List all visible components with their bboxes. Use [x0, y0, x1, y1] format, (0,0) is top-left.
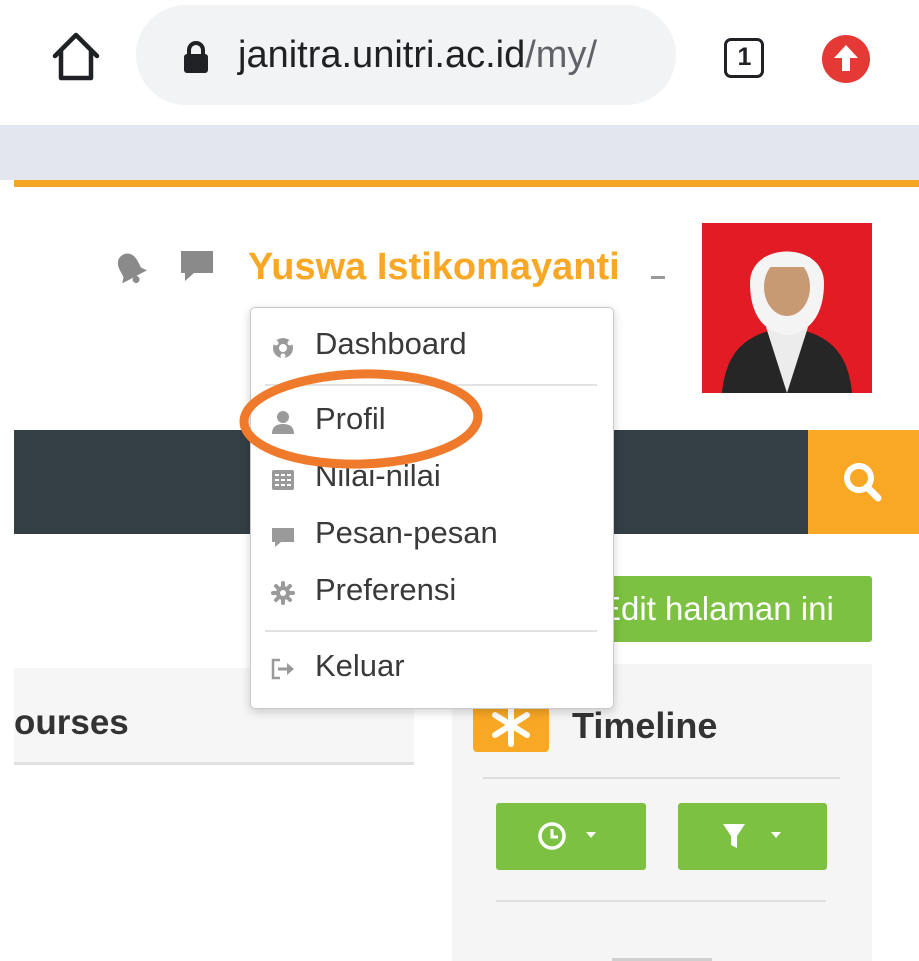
- divider: [14, 762, 414, 765]
- menu-item-label: Keluar: [315, 648, 405, 683]
- filter-icon: [723, 824, 745, 848]
- message-icon[interactable]: [178, 248, 216, 284]
- notification-bell-icon[interactable]: [112, 248, 148, 288]
- home-icon[interactable]: [50, 30, 102, 82]
- dashboard-icon: [269, 334, 297, 360]
- courses-block-title: ourses: [14, 703, 129, 742]
- timeline-filter-button[interactable]: [678, 803, 827, 870]
- menu-item-label: Pesan-pesan: [315, 515, 498, 550]
- caret-down-icon: [586, 832, 596, 838]
- caret-down-icon: [651, 268, 665, 279]
- clock-icon: [538, 822, 566, 850]
- url-text[interactable]: janitra.unitri.ac.id/my/: [238, 30, 597, 80]
- url-host: janitra.unitri.ac.id: [238, 34, 526, 76]
- search-icon: [844, 463, 882, 502]
- gear-icon: [269, 580, 297, 606]
- timeline-title: Timeline: [572, 705, 718, 746]
- menu-item-keluar[interactable]: Keluar: [261, 640, 603, 696]
- menu-item-label: Preferensi: [315, 572, 457, 607]
- menu-divider: [265, 630, 597, 632]
- avatar[interactable]: [702, 223, 872, 393]
- highlight-annotation: [238, 365, 484, 470]
- logout-icon: [269, 656, 297, 682]
- divider: [483, 777, 840, 779]
- divider: [496, 900, 826, 902]
- timeline-sort-button[interactable]: [496, 803, 646, 870]
- tab-switcher-button[interactable]: 1: [720, 36, 766, 78]
- caret-down-icon: [771, 832, 781, 838]
- search-button[interactable]: [808, 430, 919, 534]
- message-icon: [269, 523, 297, 549]
- url-path: /my/: [525, 34, 598, 76]
- menu-item-preferensi[interactable]: Preferensi: [261, 564, 603, 620]
- menu-item-pesan[interactable]: Pesan-pesan: [261, 507, 603, 563]
- update-icon[interactable]: [822, 35, 870, 83]
- page-top-band: [0, 125, 919, 180]
- user-menu-toggle[interactable]: Yuswa Istikomayanti: [248, 242, 620, 292]
- menu-item-label: Dashboard: [315, 326, 467, 361]
- tab-count: 1: [737, 43, 752, 71]
- lock-icon: [182, 40, 210, 74]
- header-accent-line: [14, 180, 919, 187]
